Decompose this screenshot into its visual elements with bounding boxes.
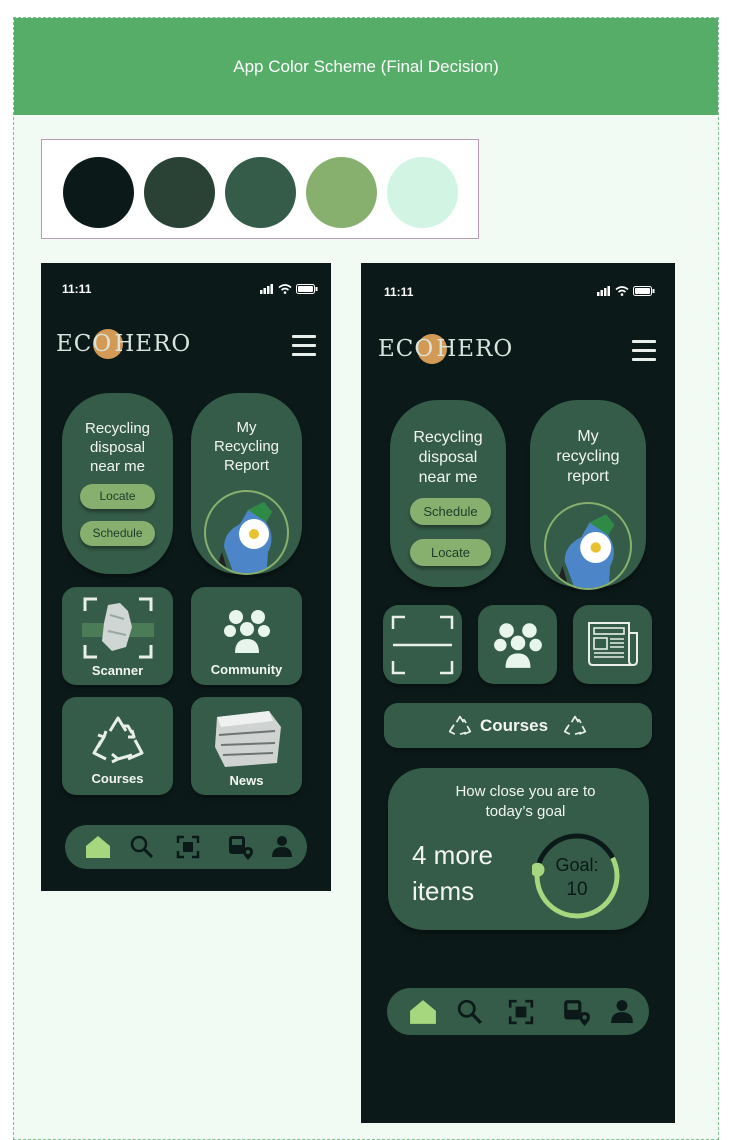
report-card[interactable]: My Recycling Report — [191, 393, 302, 575]
logo-text-hero: HERO — [436, 336, 514, 362]
courses-banner[interactable]: Courses — [384, 703, 652, 748]
scan-frame-icon — [391, 615, 454, 675]
board-title: App Color Scheme (Final Decision) — [14, 18, 718, 115]
home-icon[interactable] — [409, 999, 437, 1025]
scanner-tile[interactable]: Scanner — [62, 587, 173, 685]
color-swatch-1 — [63, 157, 134, 228]
community-tile[interactable] — [478, 605, 557, 684]
goal-progress-ring — [532, 833, 620, 919]
schedule-button[interactable]: Schedule — [80, 521, 155, 546]
recycle-icon — [563, 715, 587, 735]
recycle-icon — [92, 716, 144, 764]
status-icons — [597, 286, 655, 296]
phone-mockup-2: 11:11 ECOHERO Recycling disposal near me… — [361, 263, 675, 1123]
wifi-icon — [615, 286, 629, 296]
home-icon[interactable] — [85, 835, 111, 859]
community-icon — [494, 623, 542, 668]
bus-location-icon[interactable] — [227, 834, 253, 860]
schedule-button[interactable]: Schedule — [410, 498, 491, 525]
color-swatch-4 — [306, 157, 377, 228]
search-icon[interactable] — [130, 835, 154, 859]
color-swatch-2 — [144, 157, 215, 228]
goal-remaining-line-1: 4 more — [412, 840, 493, 870]
bottom-nav — [65, 825, 307, 869]
bottle-flower-image — [544, 502, 632, 590]
goal-card: How close you are to today’s goal 4 more… — [388, 768, 649, 930]
community-icon — [224, 610, 270, 653]
disposal-card-title: Recycling disposal near me — [84, 420, 151, 475]
hamburger-menu-icon[interactable] — [292, 335, 316, 362]
community-label: Community — [210, 662, 283, 677]
courses-label: Courses — [480, 716, 549, 735]
scan-icon[interactable] — [508, 999, 534, 1025]
phone-mockup-1: 11:11 ECOHERO Recycling disposal near me… — [41, 263, 331, 891]
community-tile[interactable]: Community — [191, 587, 302, 685]
scan-frame-icon — [82, 597, 154, 659]
bottle-flower-image — [204, 490, 289, 575]
disposal-card[interactable]: Recycling disposal near me Locate Schedu… — [62, 393, 173, 574]
goal-remaining-line-2: items — [412, 876, 475, 906]
status-time: 11:11 — [384, 285, 414, 299]
color-palette — [41, 139, 479, 239]
bottom-nav — [387, 988, 649, 1035]
recycle-icon — [448, 715, 472, 735]
battery-icon — [296, 284, 318, 294]
goal-progress-knob — [532, 862, 545, 877]
disposal-card-title: Recycling disposal near me — [413, 429, 483, 486]
hamburger-menu-icon[interactable] — [632, 340, 656, 367]
status-time: 11:11 — [62, 282, 92, 296]
logo-text-hero: HERO — [114, 331, 192, 357]
wifi-icon — [278, 284, 292, 294]
signal-icon — [597, 286, 610, 296]
news-label: News — [229, 773, 264, 788]
report-card[interactable]: My recycling report — [530, 400, 646, 590]
battery-icon — [633, 286, 655, 296]
logo-text-eco: ECO — [56, 331, 113, 357]
report-card-title: My Recycling Report — [213, 419, 280, 474]
color-swatch-3 — [225, 157, 296, 228]
report-card-title: My recycling report — [556, 428, 620, 485]
scanner-tile[interactable] — [383, 605, 462, 684]
goal-heading: How close you are to today’s goal — [455, 783, 596, 820]
profile-icon[interactable] — [271, 835, 293, 857]
goal-value: 10 — [566, 879, 588, 900]
bus-location-icon[interactable] — [562, 998, 590, 1026]
newspaper-icon — [588, 622, 638, 666]
profile-icon[interactable] — [610, 999, 634, 1023]
courses-tile[interactable]: Courses — [62, 697, 173, 795]
status-icons — [260, 284, 318, 294]
news-tile[interactable] — [573, 605, 652, 684]
courses-label: Courses — [91, 771, 144, 786]
search-icon[interactable] — [457, 999, 483, 1025]
color-swatch-5 — [387, 157, 458, 228]
logo-text-eco: ECO — [378, 336, 435, 362]
newspaper-stack-icon — [215, 711, 281, 767]
news-tile[interactable]: News — [191, 697, 302, 795]
scan-icon[interactable] — [176, 835, 200, 859]
scanner-label: Scanner — [91, 663, 144, 678]
disposal-card[interactable]: Recycling disposal near me Schedule Loca… — [390, 400, 506, 587]
locate-button[interactable]: Locate — [80, 484, 155, 509]
signal-icon — [260, 284, 273, 294]
locate-button[interactable]: Locate — [410, 539, 491, 566]
app-logo[interactable]: ECOHERO — [378, 334, 512, 368]
goal-label: Goal: — [555, 855, 599, 875]
app-logo[interactable]: ECOHERO — [56, 329, 190, 363]
